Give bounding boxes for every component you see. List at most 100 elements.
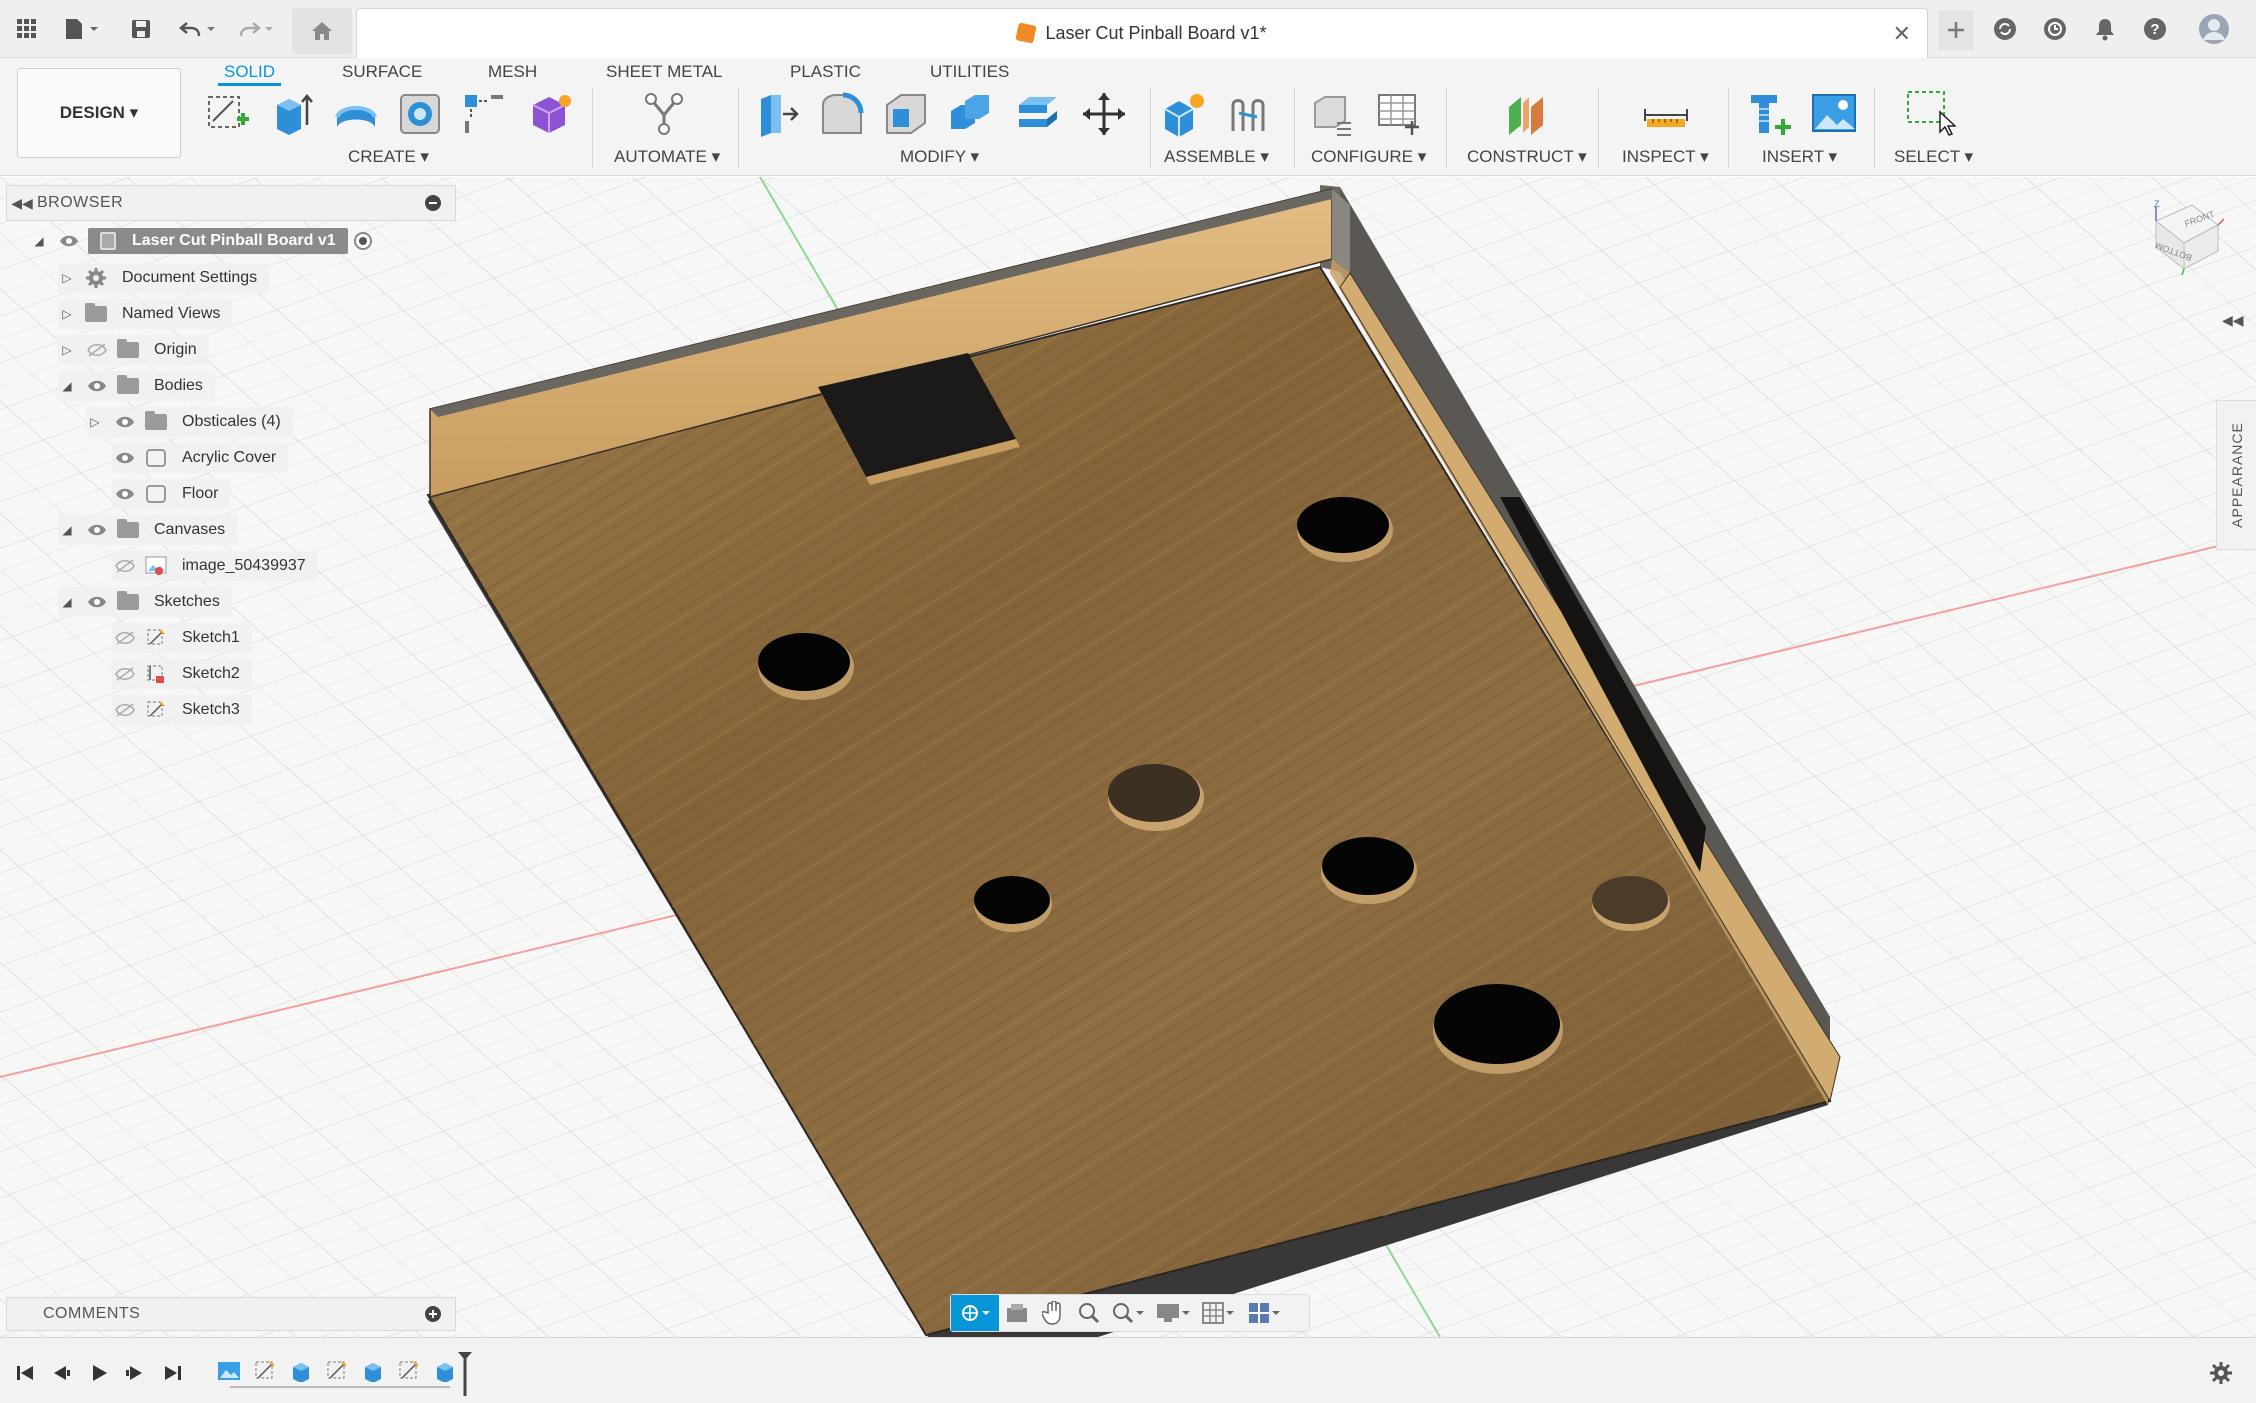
insert-mcmaster-icon[interactable] — [1744, 88, 1796, 140]
visibility-eye-icon[interactable] — [84, 596, 110, 608]
panel-collapse-icon[interactable]: ◀◀ — [2222, 312, 2244, 329]
tree-item-canvases[interactable]: ◢ Canvases — [58, 515, 238, 545]
tree-root-row[interactable]: ◢ Laser Cut Pinball Board v1 — [30, 226, 384, 256]
tab-utilities[interactable]: UTILITIES — [924, 58, 1015, 86]
configuration-table-icon[interactable] — [1372, 88, 1424, 140]
app-grid-icon[interactable] — [12, 12, 42, 46]
user-avatar[interactable] — [2196, 12, 2232, 46]
activate-radio-icon[interactable] — [353, 232, 372, 250]
new-component-icon[interactable] — [1158, 88, 1210, 140]
orbit-icon[interactable] — [951, 1295, 999, 1331]
browser-minimize-icon[interactable] — [425, 195, 441, 211]
collapse-toggle-icon[interactable]: ◢ — [58, 379, 76, 393]
undo-icon[interactable] — [176, 12, 222, 46]
timeline-sketch-feature-icon[interactable] — [324, 1358, 350, 1384]
configure-icon[interactable] — [1306, 88, 1358, 140]
offset-face-icon[interactable] — [1012, 88, 1064, 140]
zoom-icon[interactable] — [1071, 1295, 1107, 1331]
timeline-settings-gear-icon[interactable] — [2208, 1360, 2234, 1386]
hidden-eye-icon[interactable] — [112, 703, 138, 717]
select-window-icon[interactable] — [1904, 88, 1956, 140]
modify-group-label[interactable]: MODIFY ▾ — [900, 147, 979, 167]
timeline-step-back-icon[interactable] — [48, 1360, 74, 1386]
home-tab-button[interactable] — [292, 8, 352, 54]
hidden-eye-icon[interactable] — [112, 631, 138, 645]
hidden-eye-icon[interactable] — [112, 667, 138, 681]
automate-group-label[interactable]: AUTOMATE ▾ — [614, 147, 720, 167]
visibility-eye-icon[interactable] — [112, 488, 138, 500]
tree-item-floor[interactable]: Floor — [112, 479, 231, 509]
pan-hand-icon[interactable] — [1035, 1295, 1071, 1331]
timeline-step-forward-icon[interactable] — [122, 1360, 148, 1386]
hidden-eye-icon[interactable] — [112, 559, 138, 573]
tree-item-origin[interactable]: ▷ Origin — [58, 335, 209, 365]
hidden-eye-icon[interactable] — [84, 343, 110, 357]
offset-plane-icon[interactable] — [1500, 88, 1552, 140]
select-group-label[interactable]: SELECT ▾ — [1894, 147, 1973, 167]
visibility-eye-icon[interactable] — [56, 235, 82, 247]
document-tab[interactable]: Laser Cut Pinball Board v1* ✕ — [356, 8, 1928, 58]
revolve-icon[interactable] — [330, 88, 382, 140]
timeline-extrude-feature-icon[interactable] — [360, 1358, 386, 1384]
expand-toggle-icon[interactable]: ▷ — [86, 415, 104, 429]
viewports-icon[interactable] — [1243, 1295, 1289, 1331]
timeline-go-to-start-icon[interactable] — [12, 1360, 38, 1386]
collapse-toggle-icon[interactable]: ◢ — [58, 595, 76, 609]
grid-settings-icon[interactable] — [1197, 1295, 1243, 1331]
timeline-extrude-feature-icon[interactable] — [432, 1358, 458, 1384]
tab-mesh[interactable]: MESH — [482, 58, 543, 86]
close-tab-icon[interactable]: ✕ — [1893, 21, 1911, 47]
tree-item-acrylic-cover[interactable]: Acrylic Cover — [112, 443, 289, 473]
tab-solid[interactable]: SOLID — [218, 58, 282, 86]
configure-group-label[interactable]: CONFIGURE ▾ — [1311, 147, 1426, 167]
combine-icon[interactable] — [944, 88, 996, 140]
fillet-icon[interactable] — [816, 88, 868, 140]
save-icon[interactable] — [126, 12, 156, 46]
shell-icon[interactable] — [880, 88, 932, 140]
timeline-extrude-feature-icon[interactable] — [288, 1358, 314, 1384]
timeline-marker[interactable] — [458, 1352, 472, 1396]
insert-group-label[interactable]: INSERT ▾ — [1762, 147, 1837, 167]
fit-zoom-icon[interactable] — [1107, 1295, 1151, 1331]
tree-item-sketch2[interactable]: Sketch2 — [112, 659, 252, 689]
look-at-icon[interactable] — [999, 1295, 1035, 1331]
create-sketch-icon[interactable] — [202, 88, 254, 140]
construct-group-label[interactable]: CONSTRUCT ▾ — [1467, 147, 1587, 167]
sync-status-icon[interactable] — [1990, 12, 2020, 46]
comments-panel[interactable]: COMMENTS — [6, 1297, 456, 1331]
file-menu-icon[interactable] — [60, 12, 104, 46]
timeline-sketch-feature-icon[interactable] — [252, 1358, 278, 1384]
inspect-group-label[interactable]: INSPECT ▾ — [1622, 147, 1709, 167]
appearance-panel-tab[interactable]: APPEARANCE — [2216, 400, 2256, 550]
notifications-bell-icon[interactable] — [2090, 12, 2120, 46]
tree-item-sketches[interactable]: ◢ Sketches — [58, 587, 232, 617]
extrude-icon[interactable] — [266, 88, 318, 140]
collapse-toggle-icon[interactable]: ◢ — [58, 523, 76, 537]
view-cube[interactable]: FRONT BOTTOM Z — [2148, 197, 2228, 277]
expand-toggle-icon[interactable]: ▷ — [58, 271, 76, 285]
tree-item-bodies[interactable]: ◢ Bodies — [58, 371, 215, 401]
browser-collapse-icon[interactable]: ◀◀ — [7, 195, 37, 212]
visibility-eye-icon[interactable] — [112, 452, 138, 464]
joint-icon[interactable] — [1222, 88, 1274, 140]
visibility-eye-icon[interactable] — [84, 380, 110, 392]
tree-item-obsticales[interactable]: ▷ Obsticales (4) — [86, 407, 293, 437]
new-tab-button[interactable] — [1938, 10, 1974, 50]
automate-icon[interactable] — [638, 88, 690, 140]
create-form-icon[interactable] — [524, 88, 576, 140]
timeline-go-to-end-icon[interactable] — [160, 1360, 186, 1386]
press-pull-icon[interactable] — [752, 88, 804, 140]
redo-icon[interactable] — [234, 12, 280, 46]
tree-item-named-views[interactable]: ▷ Named Views — [58, 299, 233, 329]
move-copy-icon[interactable] — [1078, 88, 1130, 140]
tab-surface[interactable]: SURFACE — [336, 58, 428, 86]
tree-item-document-settings[interactable]: ▷ Document Settings — [58, 263, 270, 293]
visibility-eye-icon[interactable] — [84, 524, 110, 536]
timeline-sketch-feature-icon[interactable] — [396, 1358, 422, 1384]
measure-icon[interactable] — [1640, 88, 1692, 140]
hole-icon[interactable] — [394, 88, 446, 140]
tree-item-sketch1[interactable]: Sketch1 — [112, 623, 252, 653]
insert-canvas-icon[interactable] — [1808, 88, 1860, 140]
job-status-icon[interactable] — [2040, 12, 2070, 46]
expand-toggle-icon[interactable]: ◢ — [30, 234, 48, 248]
